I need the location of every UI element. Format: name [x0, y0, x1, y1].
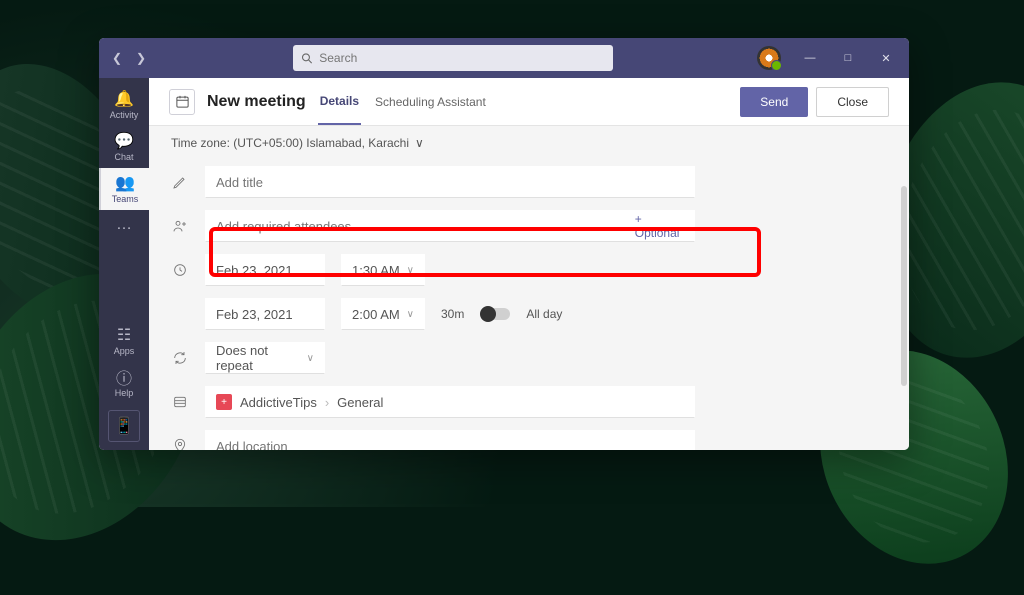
end-date-field[interactable]: Feb 23, 2021 — [205, 298, 325, 330]
channel-field[interactable]: + AddictiveTips › General — [205, 386, 695, 418]
location-input[interactable] — [216, 439, 684, 451]
channel-icon — [171, 393, 189, 411]
app-sidebar: 🔔 Activity 💬 Chat 👥 Teams … ☷ Apps ⓘ — [99, 78, 149, 450]
chevron-down-icon: ∨ — [307, 353, 314, 364]
tab-details[interactable]: Details — [318, 79, 361, 125]
pencil-icon — [171, 173, 189, 191]
avatar[interactable] — [757, 46, 781, 70]
start-time-field[interactable]: 1:30 AM∨ — [341, 254, 425, 286]
team-badge: + — [216, 394, 232, 410]
window-maximize-button[interactable]: □ — [831, 43, 865, 73]
sidebar-item-help[interactable]: ⓘ Help — [99, 362, 149, 404]
duration-label: 30m — [441, 307, 464, 321]
allday-toggle[interactable] — [480, 308, 510, 320]
repeat-field[interactable]: Does not repeat∨ — [205, 342, 325, 374]
apps-icon: ☷ — [115, 326, 133, 344]
tab-scheduling-assistant[interactable]: Scheduling Assistant — [373, 80, 488, 124]
chevron-down-icon: ∨ — [407, 265, 414, 276]
ellipsis-icon: … — [115, 216, 133, 234]
chat-icon: 💬 — [115, 132, 133, 150]
nav-back-button[interactable]: ❮ — [105, 46, 129, 70]
sidebar-item-mobile[interactable]: 📱 — [108, 410, 140, 442]
attendees-input[interactable] — [216, 219, 635, 234]
content-pane: New meeting Details Scheduling Assistant… — [149, 78, 909, 450]
repeat-icon — [171, 349, 189, 367]
title-input[interactable] — [216, 175, 684, 190]
chevron-down-icon: ∨ — [407, 309, 414, 320]
sidebar-item-more[interactable]: … — [99, 210, 149, 242]
sidebar-item-label: Help — [115, 388, 134, 398]
chevron-down-icon: ∨ — [415, 136, 424, 150]
timezone-label: Time zone: (UTC+05:00) Islamabad, Karach… — [171, 136, 409, 150]
scrollbar-thumb[interactable] — [901, 186, 907, 386]
titlebar: ❮ ❯ ― □ ✕ — [99, 38, 909, 78]
end-time-field[interactable]: 2:00 AM∨ — [341, 298, 425, 330]
chevron-right-icon: › — [325, 395, 329, 410]
teams-icon: 👥 — [116, 174, 134, 192]
calendar-icon — [169, 89, 195, 115]
clock-icon — [171, 261, 189, 279]
person-add-icon — [171, 217, 189, 235]
channel-team: AddictiveTips — [240, 395, 317, 410]
search-input[interactable] — [319, 51, 605, 65]
sidebar-item-activity[interactable]: 🔔 Activity — [99, 84, 149, 126]
sidebar-item-label: Activity — [110, 110, 139, 120]
send-button[interactable]: Send — [740, 87, 808, 117]
nav-forward-button[interactable]: ❯ — [129, 46, 153, 70]
content-header: New meeting Details Scheduling Assistant… — [149, 78, 909, 126]
allday-label: All day — [526, 307, 562, 321]
title-field[interactable] — [205, 166, 695, 198]
attendees-field[interactable]: + Optional — [205, 210, 695, 242]
phone-icon: 📱 — [114, 416, 134, 436]
app-window: ❮ ❯ ― □ ✕ 🔔 Activity 💬 Chat 👥 Teams — [99, 38, 909, 450]
sidebar-item-label: Apps — [114, 346, 135, 356]
window-minimize-button[interactable]: ― — [793, 43, 827, 73]
window-close-button[interactable]: ✕ — [869, 43, 903, 73]
bell-icon: 🔔 — [115, 90, 133, 108]
start-date-field[interactable]: Feb 23, 2021 — [205, 254, 325, 286]
close-button[interactable]: Close — [816, 87, 889, 117]
search-icon — [301, 52, 313, 65]
sidebar-item-apps[interactable]: ☷ Apps — [99, 320, 149, 362]
location-field[interactable] — [205, 430, 695, 450]
sidebar-item-label: Chat — [114, 152, 133, 162]
channel-name: General — [337, 395, 383, 410]
help-icon: ⓘ — [115, 368, 133, 386]
sidebar-item-teams[interactable]: 👥 Teams — [99, 168, 149, 210]
location-icon — [171, 437, 189, 450]
page-title: New meeting — [207, 93, 306, 111]
search-box[interactable] — [293, 45, 613, 71]
sidebar-item-label: Teams — [112, 194, 139, 204]
sidebar-item-chat[interactable]: 💬 Chat — [99, 126, 149, 168]
timezone-selector[interactable]: Time zone: (UTC+05:00) Islamabad, Karach… — [149, 126, 909, 160]
optional-attendees-button[interactable]: + Optional — [635, 212, 684, 240]
scrollbar[interactable] — [901, 186, 907, 440]
